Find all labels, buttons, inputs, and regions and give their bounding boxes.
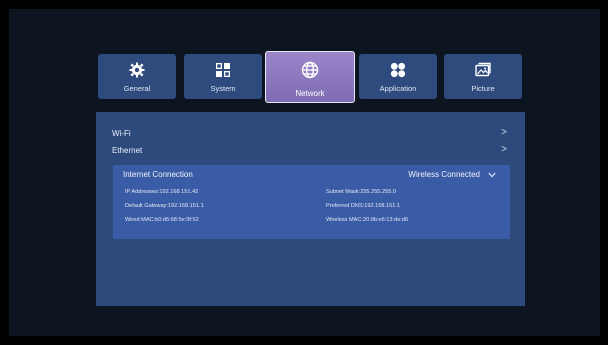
tab-label: Picture <box>471 84 495 93</box>
chevron-down-icon <box>488 172 496 178</box>
default-gateway: Default Gateway:192.168.151.1 <box>125 203 204 209</box>
globe-icon <box>301 61 319 79</box>
tab-label: Application <box>379 84 417 93</box>
tab-picture[interactable]: Picture <box>444 54 522 99</box>
chevron-right-icon: > <box>501 144 507 155</box>
tab-label: System <box>210 84 236 93</box>
wifi-menu-item[interactable]: Wi-Fi > <box>96 125 525 143</box>
tab-general[interactable]: General <box>98 54 176 99</box>
tab-network[interactable]: Network <box>265 51 355 103</box>
gear-icon <box>129 62 145 78</box>
chevron-right-icon: > <box>501 127 507 138</box>
connection-status: Wireless Connected <box>408 170 480 179</box>
preferred-dns: Preferred DNS:192.168.151.1 <box>326 203 401 209</box>
internet-connection-title: Internet Connection <box>123 170 193 179</box>
wireless-mac: Wireless MAC:20:9b:e6:13:de:d6 <box>326 217 409 223</box>
wired-mac: Wired MAC:b0:d5:68:5e:9f:52 <box>125 217 199 223</box>
tab-application[interactable]: Application <box>359 54 437 99</box>
grid-icon <box>215 62 231 78</box>
settings-tab-bar: General System Network Application Pictu… <box>96 51 524 103</box>
tab-label: Network <box>295 89 325 98</box>
tab-label: General <box>123 84 151 93</box>
image-icon <box>475 62 491 78</box>
apps-icon <box>390 62 406 78</box>
tab-system[interactable]: System <box>184 54 262 99</box>
internet-connection-item[interactable]: Internet Connection Wireless Connected I… <box>113 165 510 239</box>
ip-address: IP Addresses:192.168.151.42 <box>125 189 199 195</box>
ethernet-menu-item[interactable]: Ethernet > <box>96 142 525 160</box>
wifi-label: Wi-Fi <box>112 129 131 138</box>
subnet-mask: Subnet Mask:255.255.255.0 <box>326 189 396 195</box>
ethernet-label: Ethernet <box>112 146 143 155</box>
